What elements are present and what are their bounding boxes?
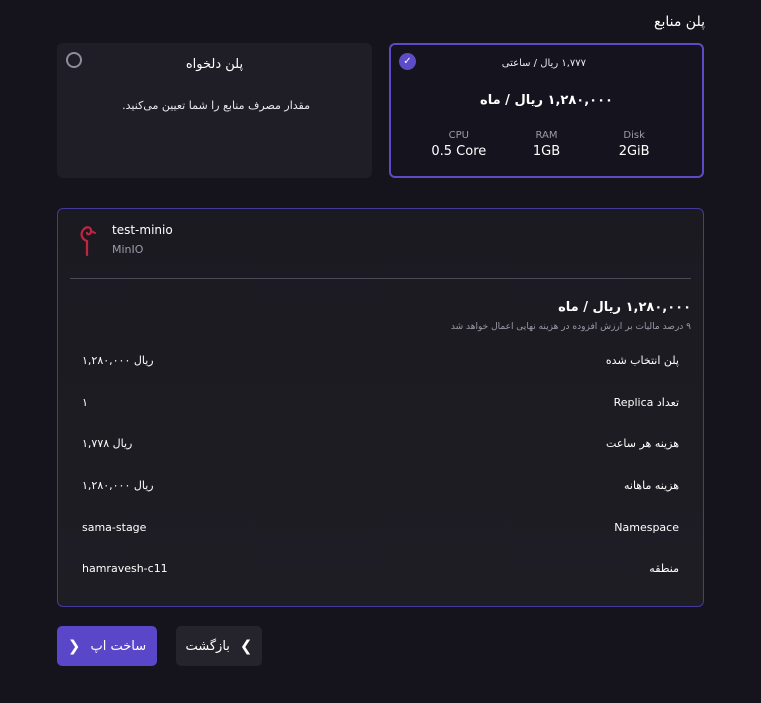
spec-label: RAM <box>535 130 558 141</box>
order-summary: test-minio MinIO ۱,۲۸۰,۰۰۰ ریال / ماه ۹ … <box>57 208 704 607</box>
row-value: hamravesh-c11 <box>82 561 168 575</box>
spec-label: Disk <box>623 130 645 141</box>
spec-disk: Disk 2GiB <box>594 130 674 159</box>
create-app-label: ساخت اپ <box>90 638 147 654</box>
section-title: پلن منابع <box>654 14 705 30</box>
row-value: ۱,۷۷۸ ریال <box>82 436 133 450</box>
hourly-price: ۱,۷۷۷ ریال / ساعتی <box>501 58 586 69</box>
row-label: تعداد Replica <box>613 395 679 409</box>
plan-specs: CPU 0.5 Core RAM 1GB Disk 2GiB <box>391 130 702 159</box>
back-button[interactable]: ❯ بازگشت <box>176 626 262 666</box>
custom-plan-title: پلن دلخواه <box>185 57 244 72</box>
row-value: ۱ <box>82 395 88 409</box>
spec-label: CPU <box>448 130 469 141</box>
row-label: هزینه ماهانه <box>624 478 679 492</box>
row-label: Namespace <box>614 520 679 534</box>
minio-flamingo-icon <box>80 226 96 257</box>
row-label: منطقه <box>649 561 679 575</box>
vat-note: ۹ درصد مالیات بر ارزش افزوده در هزینه نه… <box>450 322 691 332</box>
row-value: ۱,۲۸۰,۰۰۰ ریال <box>82 353 154 367</box>
summary-row: ۱,۲۸۰,۰۰۰ ریال پلن انتخاب شده <box>82 351 679 369</box>
row-label: هزینه هر ساعت <box>606 436 679 450</box>
spec-value: 1GB <box>532 144 561 159</box>
summary-row: sama-stage Namespace <box>82 518 679 536</box>
row-label: پلن انتخاب شده <box>605 353 679 367</box>
app-type: MinIO <box>112 243 144 256</box>
chevron-right-icon: ❯ <box>239 636 253 655</box>
app-name: test-minio <box>112 223 173 237</box>
spec-cpu: CPU 0.5 Core <box>419 130 499 159</box>
check-icon[interactable]: ✓ <box>399 53 416 70</box>
spec-ram: RAM 1GB <box>506 130 586 159</box>
plan-card-fixed[interactable]: ✓ ۱,۷۷۷ ریال / ساعتی ۱,۲۸۰,۰۰۰ ریال / ما… <box>389 43 704 178</box>
chevron-left-icon: ❮ <box>67 636 81 655</box>
total-price: ۱,۲۸۰,۰۰۰ ریال / ماه <box>558 300 691 315</box>
summary-row: ۱ تعداد Replica <box>82 393 679 411</box>
spec-value: 2GiB <box>618 144 650 159</box>
custom-plan-description: مقدار مصرف منابع را شما تعیین می‌کنید. <box>122 99 310 112</box>
summary-row: ۱,۲۸۰,۰۰۰ ریال هزینه ماهانه <box>82 476 679 494</box>
row-value: ۱,۲۸۰,۰۰۰ ریال <box>82 478 154 492</box>
create-app-button[interactable]: ساخت اپ ❮ <box>57 626 157 666</box>
spec-value: 0.5 Core <box>431 144 487 159</box>
summary-row: hamravesh-c11 منطقه <box>82 559 679 577</box>
row-value: sama-stage <box>82 520 147 534</box>
back-label: بازگشت <box>185 638 230 654</box>
summary-row: ۱,۷۷۸ ریال هزینه هر ساعت <box>82 434 679 452</box>
monthly-price: ۱,۲۸۰,۰۰۰ ریال / ماه <box>480 93 613 108</box>
divider <box>70 278 691 279</box>
plan-card-custom[interactable]: پلن دلخواه مقدار مصرف منابع را شما تعیین… <box>57 43 372 178</box>
